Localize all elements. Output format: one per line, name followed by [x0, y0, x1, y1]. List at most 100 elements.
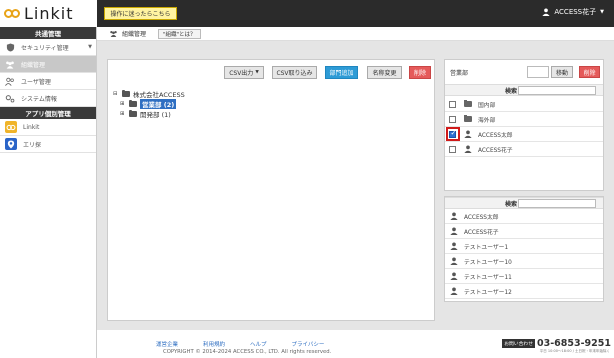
chevron-down-icon: ▼ [88, 44, 92, 50]
expand-icon[interactable]: ⊞ [120, 101, 126, 107]
footer-link-company[interactable]: 運営企業 [156, 340, 178, 348]
tree-node-sales[interactable]: ⊞ 営業部 (2) [113, 99, 185, 109]
tree-node-label: 株式会社ACCESS [133, 91, 185, 99]
member-checkbox[interactable] [449, 129, 456, 138]
folder-icon [122, 89, 130, 97]
button-label: CSV出力 [229, 70, 254, 77]
main-content: CSV出力 ▼ CSV取り込み 部門追加 名称変更 削除 ⊟ 株式会社ACCESS… [97, 41, 614, 330]
list-item-label: ACCESS太郎 [464, 214, 499, 221]
folder-icon [129, 99, 137, 107]
user-search-row: 検索 [445, 197, 603, 209]
user-icon [450, 257, 458, 265]
footer-link-terms[interactable]: 利用規約 [203, 340, 225, 348]
linkit-logo-icon [4, 6, 21, 21]
footer-links: 運営企業 利用規約 ヘルプ プライバシー [156, 340, 324, 348]
user-icon [450, 287, 458, 295]
footer: 運営企業 利用規約 ヘルプ プライバシー COPYRIGHT © 2014-20… [97, 330, 614, 358]
tree-node-root[interactable]: ⊟ 株式会社ACCESS [113, 89, 185, 99]
user-list-item[interactable]: テストユーザー12 [445, 284, 603, 299]
user-list-item[interactable]: ACCESS花子 [445, 224, 603, 239]
sidebar-item-label: セキュリティ管理 [21, 44, 69, 52]
tab-label: 組織管理 [122, 31, 147, 38]
tree-node-development[interactable]: ⊞ 開発部 (1) [113, 109, 185, 119]
user-icon [450, 272, 458, 280]
chevron-down-icon: ▼ [255, 70, 259, 75]
sidebar-item-label: システム情報 [21, 95, 57, 103]
users-icon [5, 76, 15, 86]
sidebar-item-label: ユーザ管理 [21, 78, 51, 86]
contact-hours: 平日 10:00〜18:00 / 土日祝・年末年始除く [539, 349, 610, 353]
user-icon [450, 212, 458, 220]
eritan-app-icon [5, 138, 17, 150]
add-department-button[interactable]: 部門追加 [325, 66, 358, 79]
user-icon [542, 8, 550, 16]
member-checkbox[interactable] [449, 100, 456, 108]
move-button[interactable]: 移動 [551, 66, 573, 78]
user-list-item[interactable]: テストユーザー10 [445, 254, 603, 269]
logo-text: Linkit [24, 4, 74, 23]
user-list-item[interactable]: テストユーザー1 [445, 239, 603, 254]
contact-info: お問い合わせ 03-6853-9251 [502, 338, 611, 349]
department-title: 営業部 [450, 70, 469, 77]
footer-link-help[interactable]: ヘルプ [250, 340, 267, 348]
copyright: COPYRIGHT © 2014-2024 ACCESS CO., LTD. A… [163, 349, 332, 355]
organization-tree: ⊟ 株式会社ACCESS ⊞ 営業部 (2) ⊞ 開発部 (1) [113, 89, 185, 119]
tab-bar: 組織管理 "組織"とは？ [97, 27, 614, 41]
list-item[interactable]: ACCESS太郎 [445, 127, 603, 142]
user-menu[interactable]: ACCESS花子 ▼ [542, 7, 604, 17]
csv-export-button[interactable]: CSV出力 ▼ [224, 66, 264, 79]
sidebar-item-users[interactable]: ユーザ管理 [0, 73, 96, 90]
top-bar: Linkit 操作に迷ったらこちら ACCESS花子 ▼ [0, 0, 614, 27]
gear-icon [5, 93, 15, 103]
search-label: 検索 [505, 87, 518, 95]
user-search-input[interactable] [518, 199, 596, 208]
user-name: ACCESS花子 [554, 8, 597, 16]
organization-help-button[interactable]: "組織"とは？ [158, 29, 201, 39]
user-list-item[interactable]: テストユーザー11 [445, 269, 603, 284]
sidebar-item-linkit[interactable]: Linkit [0, 119, 96, 136]
chevron-down-icon: ▼ [600, 9, 604, 15]
folder-icon [464, 99, 472, 107]
move-target-input[interactable] [527, 66, 549, 78]
sidebar: 共通管理 セキュリティ管理 ▼ 組織管理 ユーザ管理 システム情報 アプリ個別管… [0, 27, 97, 358]
list-item[interactable]: 海外部 [445, 112, 603, 127]
list-item-label: テストユーザー12 [464, 289, 512, 296]
list-item-label: 国内部 [478, 102, 496, 109]
tree-node-label: 開発部 (1) [140, 111, 171, 119]
sidebar-item-label: 組織管理 [21, 61, 46, 69]
member-checkbox[interactable] [449, 145, 456, 153]
delete-member-button[interactable]: 削除 [579, 66, 600, 78]
member-search-row: 検索 [445, 84, 603, 96]
sidebar-item-organization[interactable]: 組織管理 [0, 56, 96, 73]
tree-node-label: 営業部 (2) [140, 99, 177, 109]
user-list-panel: 検索 ACCESS太郎 ACCESS花子 テストユーザー1 テストユーザー10 … [444, 196, 604, 302]
list-item[interactable]: 国内部 [445, 97, 603, 112]
organization-icon [110, 30, 117, 37]
list-item[interactable]: ACCESS花子 [445, 142, 603, 157]
linkit-app-icon [5, 121, 17, 133]
user-list-item[interactable]: ACCESS太郎 [445, 209, 603, 224]
member-checkbox[interactable] [449, 115, 456, 123]
contact-phone: 03-6853-9251 [537, 338, 611, 349]
footer-link-privacy[interactable]: プライバシー [292, 340, 325, 348]
expand-icon[interactable]: ⊞ [120, 111, 126, 117]
list-item-label: 海外部 [478, 117, 496, 124]
contact-badge: お問い合わせ [502, 339, 535, 348]
sidebar-section-apps: アプリ個別管理 [0, 107, 96, 119]
delete-department-button[interactable]: 削除 [409, 66, 431, 79]
search-label: 検索 [505, 200, 518, 208]
shield-icon [5, 42, 15, 52]
list-item-label: テストユーザー10 [464, 259, 512, 266]
collapse-icon[interactable]: ⊟ [113, 91, 119, 97]
sidebar-item-eritan[interactable]: エリ探 [0, 136, 96, 153]
member-search-input[interactable] [518, 86, 596, 95]
tab-organization[interactable]: 組織管理 [109, 27, 146, 40]
help-guide-button[interactable]: 操作に迷ったらこちら [104, 7, 177, 20]
sidebar-item-security[interactable]: セキュリティ管理 ▼ [0, 39, 96, 56]
sidebar-item-system-info[interactable]: システム情報 [0, 90, 96, 107]
csv-import-button[interactable]: CSV取り込み [272, 66, 317, 79]
user-icon [464, 145, 472, 153]
rename-button[interactable]: 名称変更 [367, 66, 402, 79]
user-icon [450, 227, 458, 235]
app-logo[interactable]: Linkit [0, 0, 97, 27]
